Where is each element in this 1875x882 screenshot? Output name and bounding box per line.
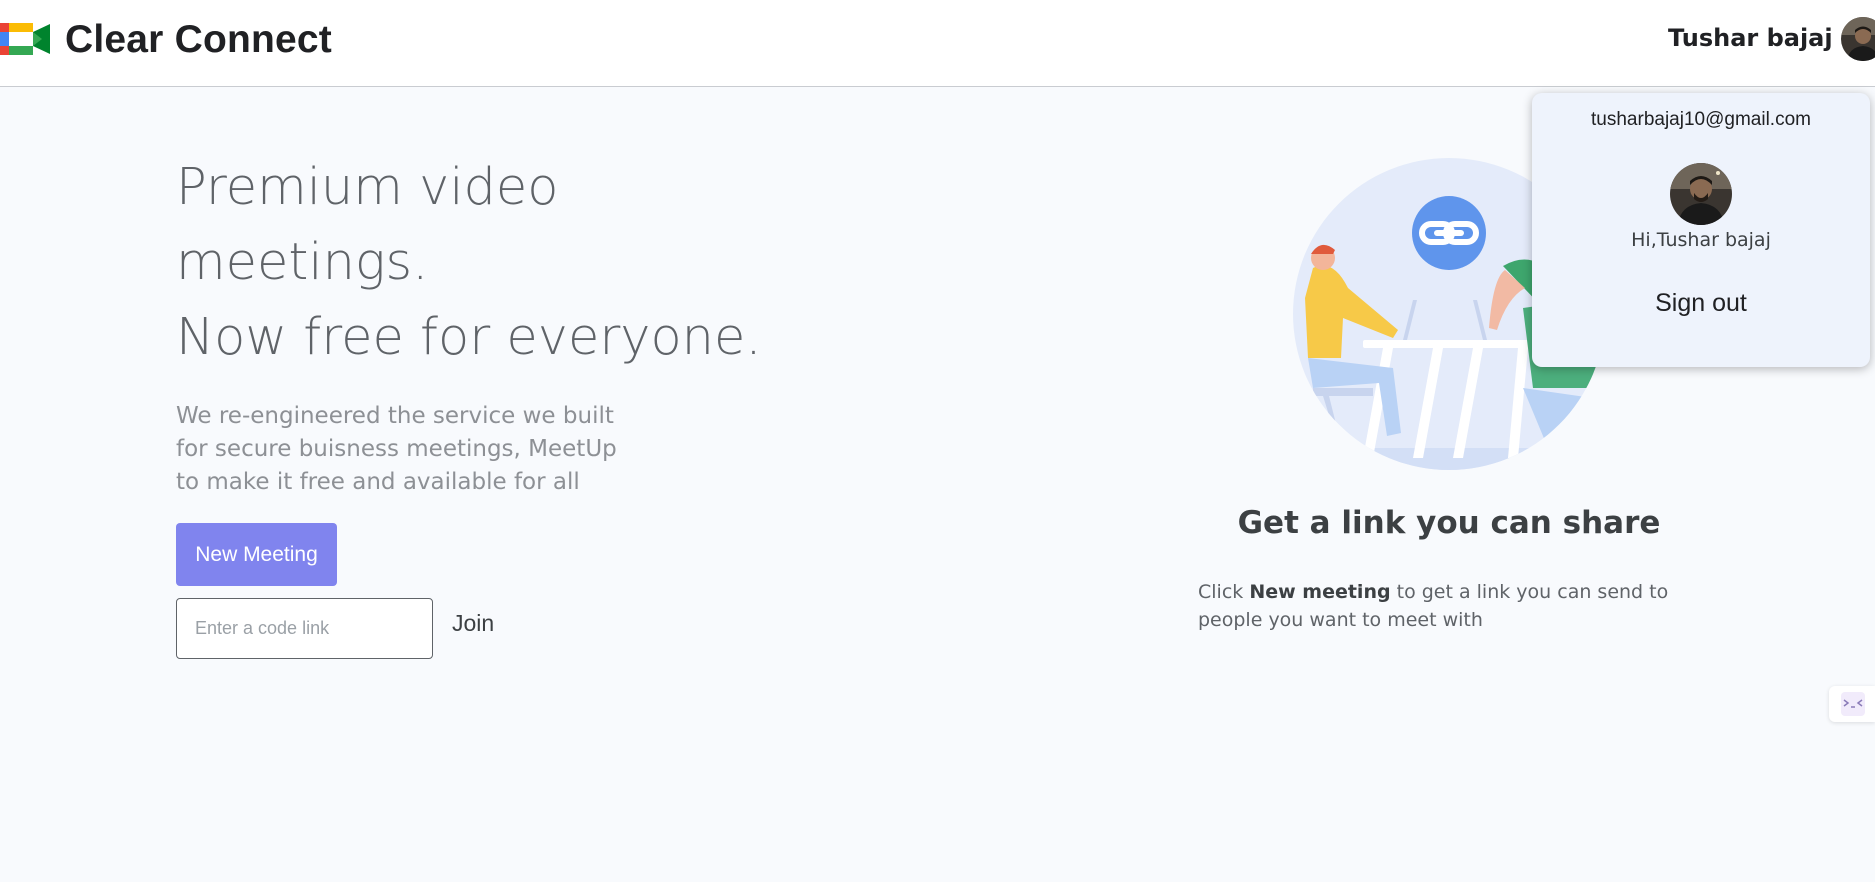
account-greeting: Hi,Tushar bajaj [1631, 229, 1771, 251]
meet-camera-logo-icon [0, 23, 50, 55]
share-desc-prefix: Click [1198, 581, 1250, 603]
hero-description: We re-engineered the service we built fo… [176, 400, 626, 499]
share-desc-bold: New meeting [1249, 581, 1391, 603]
hero-title-line: meetings. [176, 233, 429, 292]
share-description: Click New meeting to get a link you can … [1198, 578, 1718, 634]
user-avatar[interactable] [1841, 17, 1875, 61]
join-button[interactable]: Join [446, 606, 500, 641]
brand-name: Clear Connect [65, 18, 332, 61]
hero-description-line: We re-engineered the service we built [176, 403, 614, 429]
avatar-photo-icon [1841, 17, 1875, 61]
collapse-widget-icon [1841, 692, 1865, 716]
account-avatar [1670, 163, 1732, 225]
meeting-code-input[interactable] [176, 598, 433, 659]
hero-title: Premium video meetings. Now free for eve… [176, 150, 762, 375]
side-widget[interactable] [1829, 686, 1875, 722]
new-meeting-button[interactable]: New Meeting [176, 523, 337, 586]
sign-out-button[interactable]: Sign out [1639, 283, 1763, 323]
account-email: tusharbajaj10@gmail.com [1591, 109, 1811, 130]
hero-description-line: for secure buisness meetings, MeetUp [176, 436, 617, 462]
avatar-photo-icon [1670, 163, 1732, 225]
share-title: Get a link you can share [1237, 505, 1661, 541]
hero-title-line: Now free for everyone. [176, 308, 762, 367]
user-name: Tushar bajaj [1668, 24, 1833, 52]
hero-description-line: to make it free and available for all [176, 469, 580, 495]
hero-title-line: Premium video [176, 158, 559, 217]
account-menu: tusharbajaj10@gmail.com Hi,Tushar bajaj … [1532, 93, 1870, 367]
top-bar: Clear Connect Tushar bajaj [0, 0, 1875, 87]
